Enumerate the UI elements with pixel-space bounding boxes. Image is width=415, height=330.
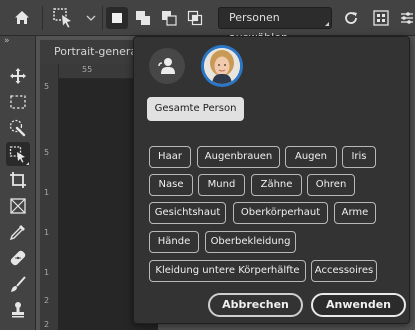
chip-arme[interactable]: Arme	[334, 202, 376, 224]
whole-person-button[interactable]: Gesamte Person	[147, 97, 244, 121]
ruler-label: 2	[44, 296, 50, 305]
eyedropper-tool-icon[interactable]	[6, 220, 30, 244]
object-selection-tool-preset-icon[interactable]	[48, 5, 80, 31]
ruler-label: 1	[44, 188, 50, 197]
settings-sliders-icon[interactable]	[397, 7, 415, 29]
home-icon[interactable]	[10, 6, 34, 30]
chip-augen[interactable]: Augen	[285, 146, 337, 168]
refresh-icon[interactable]	[340, 7, 362, 29]
vertical-ruler[interactable]: 5 5 1 1 1 2 2	[40, 64, 59, 330]
ruler-label: 1	[44, 268, 50, 277]
detected-person-thumbnail[interactable]	[201, 45, 243, 87]
ruler-label: 55	[82, 65, 93, 74]
quick-selection-tool-icon[interactable]	[6, 116, 30, 140]
dropdown-corner-icon	[325, 22, 329, 26]
separator	[42, 6, 43, 30]
chip-oberbekleidung[interactable]: Oberbekleidung	[205, 231, 296, 253]
chip-mund[interactable]: Mund	[198, 174, 245, 196]
ruler-label: 5	[44, 148, 50, 157]
chip-iris[interactable]: Iris	[342, 146, 376, 168]
chevron-down-icon[interactable]	[84, 8, 98, 28]
collapse-panel-icon[interactable]: »	[4, 36, 10, 46]
spot-healing-brush-icon[interactable]	[6, 246, 30, 270]
chip-ohren[interactable]: Ohren	[307, 174, 355, 196]
add-to-selection-icon[interactable]	[132, 7, 154, 29]
ruler-label: 1	[44, 228, 50, 237]
chip-kleidung-untere-koerperhaelfte[interactable]: Kleidung untere Körperhälfte	[149, 260, 306, 282]
crop-tool-icon[interactable]	[6, 168, 30, 192]
more-tools-indicator	[26, 162, 29, 165]
person-icon	[158, 58, 175, 74]
frame-tool-icon[interactable]	[6, 194, 30, 218]
brush-tool-icon[interactable]	[6, 272, 30, 296]
ruler-label: 2	[44, 320, 50, 329]
cancel-button[interactable]: Abbrechen	[208, 293, 303, 317]
move-tool-icon[interactable]	[6, 64, 30, 88]
object-selection-tool-icon[interactable]	[6, 142, 30, 166]
options-bar: Personen auswählen	[0, 0, 415, 44]
subtract-from-selection-icon[interactable]	[158, 7, 180, 29]
new-selection-icon[interactable]	[106, 7, 128, 29]
person-portrait	[204, 48, 240, 84]
intersect-selection-icon[interactable]	[184, 7, 206, 29]
clone-stamp-tool-icon[interactable]	[6, 298, 30, 322]
chip-augenbrauen[interactable]: Augenbrauen	[197, 146, 280, 168]
select-subject-icon[interactable]	[370, 7, 392, 29]
apply-button[interactable]: Anwenden	[311, 293, 406, 317]
chip-haende[interactable]: Hände	[149, 231, 199, 253]
tools-panel: »	[0, 36, 36, 330]
rectangular-marquee-tool-icon[interactable]	[6, 90, 30, 114]
ruler-label: 5	[44, 82, 50, 91]
separator	[102, 6, 103, 30]
chip-oberkoerperhaut[interactable]: Oberkörperhaut	[233, 202, 328, 224]
person-generic-avatar[interactable]	[149, 48, 185, 84]
chip-gesichtshaut[interactable]: Gesichtshaut	[149, 202, 226, 224]
chip-nase[interactable]: Nase	[149, 174, 193, 196]
chip-haar[interactable]: Haar	[149, 146, 191, 168]
chip-zaehne[interactable]: Zähne	[251, 174, 302, 196]
select-people-dropdown[interactable]: Personen auswählen	[218, 7, 332, 44]
chip-accessoires[interactable]: Accessoires	[311, 260, 377, 282]
